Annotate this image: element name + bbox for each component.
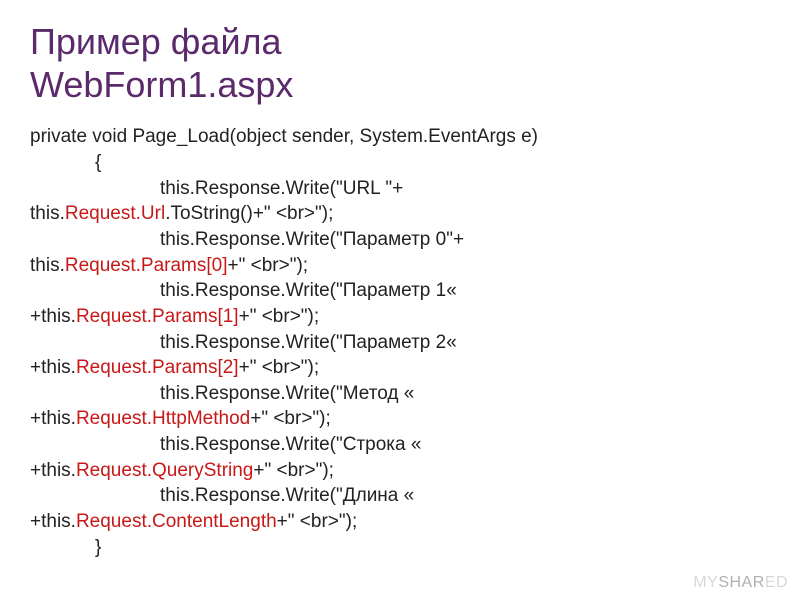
code-line: +this.Request.Params[2]+" <br>"); bbox=[30, 355, 770, 381]
request-property: Request.ContentLength bbox=[76, 511, 277, 532]
code-line: this.Response.Write("Строка « bbox=[30, 432, 770, 458]
request-property: Request.Params[1] bbox=[76, 306, 239, 327]
slide-title: Пример файла WebForm1.aspx bbox=[30, 20, 770, 106]
request-property: Request.HttpMethod bbox=[76, 408, 250, 429]
request-property: Request.Url bbox=[65, 203, 165, 224]
brace-close: } bbox=[30, 535, 770, 561]
code-line: this.Response.Write("Параметр 2« bbox=[30, 330, 770, 356]
code-line: +this.Request.HttpMethod+" <br>"); bbox=[30, 406, 770, 432]
request-property: Request.Params[0] bbox=[65, 255, 228, 276]
brace-open: { bbox=[30, 150, 770, 176]
title-line-1: Пример файла bbox=[30, 21, 282, 62]
code-line: this.Response.Write("Параметр 0"+ bbox=[30, 227, 770, 253]
code-line: this.Response.Write("Метод « bbox=[30, 381, 770, 407]
code-line: +this.Request.ContentLength+" <br>"); bbox=[30, 509, 770, 535]
code-line: this.Request.Url.ToString()+" <br>"); bbox=[30, 201, 770, 227]
code-line: this.Response.Write("URL "+ bbox=[30, 176, 770, 202]
code-signature: private void Page_Load(object sender, Sy… bbox=[30, 124, 770, 150]
code-line: this.Response.Write("Длина « bbox=[30, 483, 770, 509]
request-property: Request.Params[2] bbox=[76, 357, 239, 378]
code-block: private void Page_Load(object sender, Sy… bbox=[30, 124, 770, 560]
code-line: this.Request.Params[0]+" <br>"); bbox=[30, 253, 770, 279]
code-line: +this.Request.Params[1]+" <br>"); bbox=[30, 304, 770, 330]
watermark: MYSHARED bbox=[693, 574, 788, 592]
code-line: +this.Request.QueryString+" <br>"); bbox=[30, 458, 770, 484]
request-property: Request.QueryString bbox=[76, 460, 253, 481]
title-line-2: WebForm1.aspx bbox=[30, 64, 293, 105]
code-line: this.Response.Write("Параметр 1« bbox=[30, 278, 770, 304]
